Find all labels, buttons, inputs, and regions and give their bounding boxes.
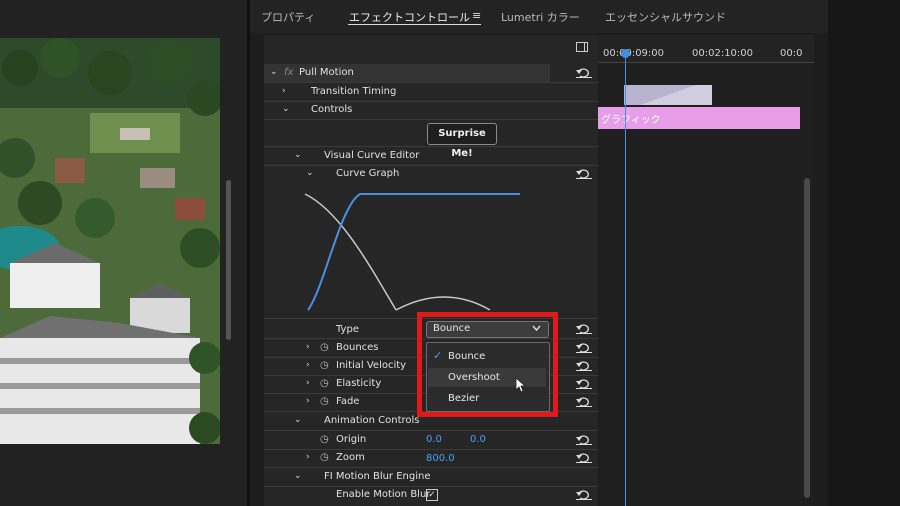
stopwatch-icon[interactable]: ◷: [320, 378, 329, 389]
stopwatch-icon[interactable]: ◷: [320, 342, 329, 353]
tab-lumetri-color[interactable]: Lumetri カラー: [501, 9, 580, 25]
chevron-down-icon[interactable]: ⌄: [306, 168, 314, 178]
chevron-right-icon[interactable]: ›: [306, 452, 310, 462]
effect-timeline: [598, 35, 814, 506]
chevron-down-icon[interactable]: ⌄: [294, 471, 302, 481]
reset-icon[interactable]: [575, 395, 593, 407]
enable-motion-blur-checkbox[interactable]: ✓: [426, 489, 438, 501]
controls-label: Controls: [311, 104, 353, 115]
ruler-tick: 00:02:10:00: [692, 48, 754, 59]
playhead-handle[interactable]: [621, 49, 630, 58]
type-label: Type: [336, 324, 359, 335]
right-panel-edge: [828, 0, 900, 506]
curve-gray-line: [304, 193, 397, 311]
zoom-label: Zoom: [336, 452, 365, 463]
highlight-box: [417, 312, 558, 417]
reset-icon[interactable]: [575, 322, 593, 334]
chevron-down-icon[interactable]: ⌄: [294, 415, 302, 425]
tab-properties[interactable]: プロパティ: [261, 9, 315, 25]
effect-name: Pull Motion: [299, 67, 354, 78]
chevron-right-icon[interactable]: ›: [306, 360, 310, 370]
ruler-divider: [598, 62, 814, 63]
transition-timing-label: Transition Timing: [311, 86, 397, 97]
reset-icon[interactable]: [575, 488, 593, 500]
stopwatch-icon[interactable]: ◷: [320, 360, 329, 371]
chevron-down-icon[interactable]: ⌄: [294, 150, 302, 160]
elasticity-label: Elasticity: [336, 378, 382, 389]
curve-graph: [304, 193, 520, 311]
chevron-down-icon[interactable]: ⌄: [270, 67, 278, 77]
chevron-right-icon[interactable]: ›: [306, 396, 310, 406]
curve-graph-label: Curve Graph: [336, 168, 400, 179]
row-fi-motion-blur[interactable]: ⌄ FI Motion Blur Engine: [264, 468, 598, 486]
panel-divider[interactable]: [247, 0, 250, 506]
origin-label: Origin: [336, 434, 367, 445]
active-tab-underline: [348, 24, 481, 25]
row-controls[interactable]: ⌄ Controls: [264, 101, 598, 119]
row-curve-graph[interactable]: ⌄ Curve Graph: [264, 165, 598, 183]
bounces-label: Bounces: [336, 342, 379, 353]
animation-controls-label: Animation Controls: [324, 415, 420, 426]
curve-blue-line: [307, 193, 520, 311]
enable-motion-blur-label: Enable Motion Blur: [336, 489, 431, 500]
reset-icon[interactable]: [575, 451, 593, 463]
monitor-scrollbar[interactable]: [226, 180, 231, 340]
playhead-line[interactable]: [625, 54, 626, 506]
initial-velocity-label: Initial Velocity: [336, 360, 407, 371]
reset-icon[interactable]: [575, 341, 593, 353]
fade-label: Fade: [336, 396, 360, 407]
reset-icon[interactable]: [575, 377, 593, 389]
origin-y-value[interactable]: 0.0: [470, 434, 486, 445]
chevron-right-icon[interactable]: ›: [306, 342, 310, 352]
stopwatch-icon[interactable]: ◷: [320, 396, 329, 407]
video-frame: [0, 38, 220, 444]
surprise-me-button[interactable]: Surprise Me!: [427, 123, 497, 159]
reset-icon[interactable]: [575, 167, 593, 179]
zoom-value[interactable]: 800.0: [426, 453, 455, 464]
ruler-tick: 00:0: [780, 48, 803, 59]
aerial-village-image: [0, 38, 220, 444]
chevron-down-icon[interactable]: ⌄: [282, 104, 290, 114]
row-transition-timing[interactable]: › Transition Timing: [264, 83, 598, 101]
curve-gray-bounce: [395, 296, 491, 311]
fx-icon[interactable]: fx: [284, 67, 293, 78]
row-visual-curve-editor[interactable]: ⌄ Visual Curve Editor: [264, 147, 598, 165]
origin-x-value[interactable]: 0.0: [426, 434, 442, 445]
chevron-right-icon[interactable]: ›: [282, 86, 286, 96]
reset-icon[interactable]: [575, 66, 593, 78]
tab-effect-controls[interactable]: エフェクトコントロール: [349, 9, 470, 25]
stopwatch-icon[interactable]: ◷: [320, 434, 329, 445]
reset-icon[interactable]: [575, 433, 593, 445]
panel-menu-icon[interactable]: ≡: [472, 9, 481, 22]
effect-row-pull-motion[interactable]: ⌄ fx Pull Motion: [264, 64, 550, 82]
tab-essential-sound[interactable]: エッセンシャルサウンド: [605, 9, 726, 25]
panel-toggle-icon[interactable]: [576, 42, 588, 52]
graphic-clip-label: グラフィック: [601, 115, 661, 126]
chevron-right-icon[interactable]: ›: [306, 378, 310, 388]
stopwatch-icon[interactable]: ◷: [320, 452, 329, 463]
ruler-tick: 00:00:09:00: [603, 48, 665, 59]
transition-clip-ramp: [624, 85, 712, 105]
visual-curve-editor-label: Visual Curve Editor: [324, 150, 420, 161]
timeline-scrollbar[interactable]: [804, 178, 810, 498]
fi-motion-blur-label: FI Motion Blur Engine: [324, 471, 431, 482]
reset-icon[interactable]: [575, 359, 593, 371]
